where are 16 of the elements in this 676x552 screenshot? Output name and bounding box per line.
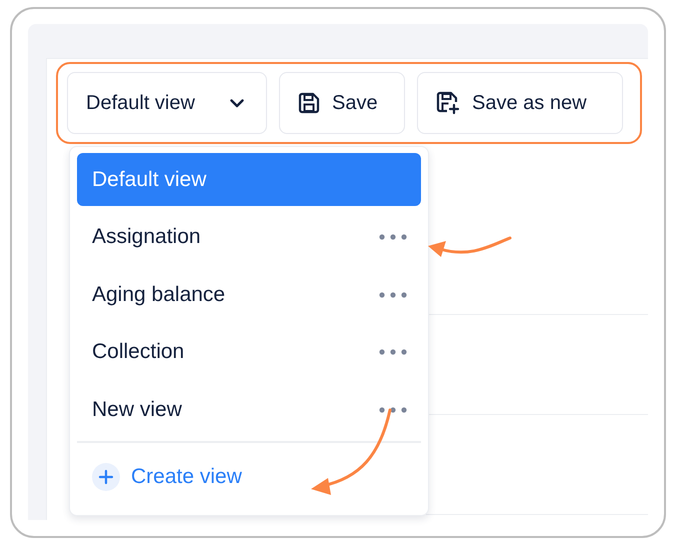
save-as-new-button[interactable]: Save as new xyxy=(417,72,623,134)
save-button[interactable]: Save xyxy=(279,72,405,134)
chevron-down-icon xyxy=(230,98,244,108)
view-dropdown-button[interactable]: Default view xyxy=(67,72,267,134)
create-view-link[interactable]: Create view xyxy=(92,462,242,490)
plus-icon xyxy=(92,462,120,490)
more-options-icon[interactable] xyxy=(379,292,407,298)
view-menu-item[interactable]: Collection xyxy=(77,326,421,378)
more-options-icon[interactable] xyxy=(379,406,407,412)
more-options-icon[interactable] xyxy=(379,349,407,355)
view-menu-item[interactable]: Assignation xyxy=(77,210,421,264)
view-menu-item[interactable]: Default view xyxy=(77,153,421,206)
view-menu-item[interactable]: Aging balance xyxy=(77,268,421,321)
floppy-disk-plus-icon xyxy=(436,91,460,115)
more-options-icon[interactable] xyxy=(379,234,407,240)
view-menu-item[interactable]: New view xyxy=(77,383,421,436)
